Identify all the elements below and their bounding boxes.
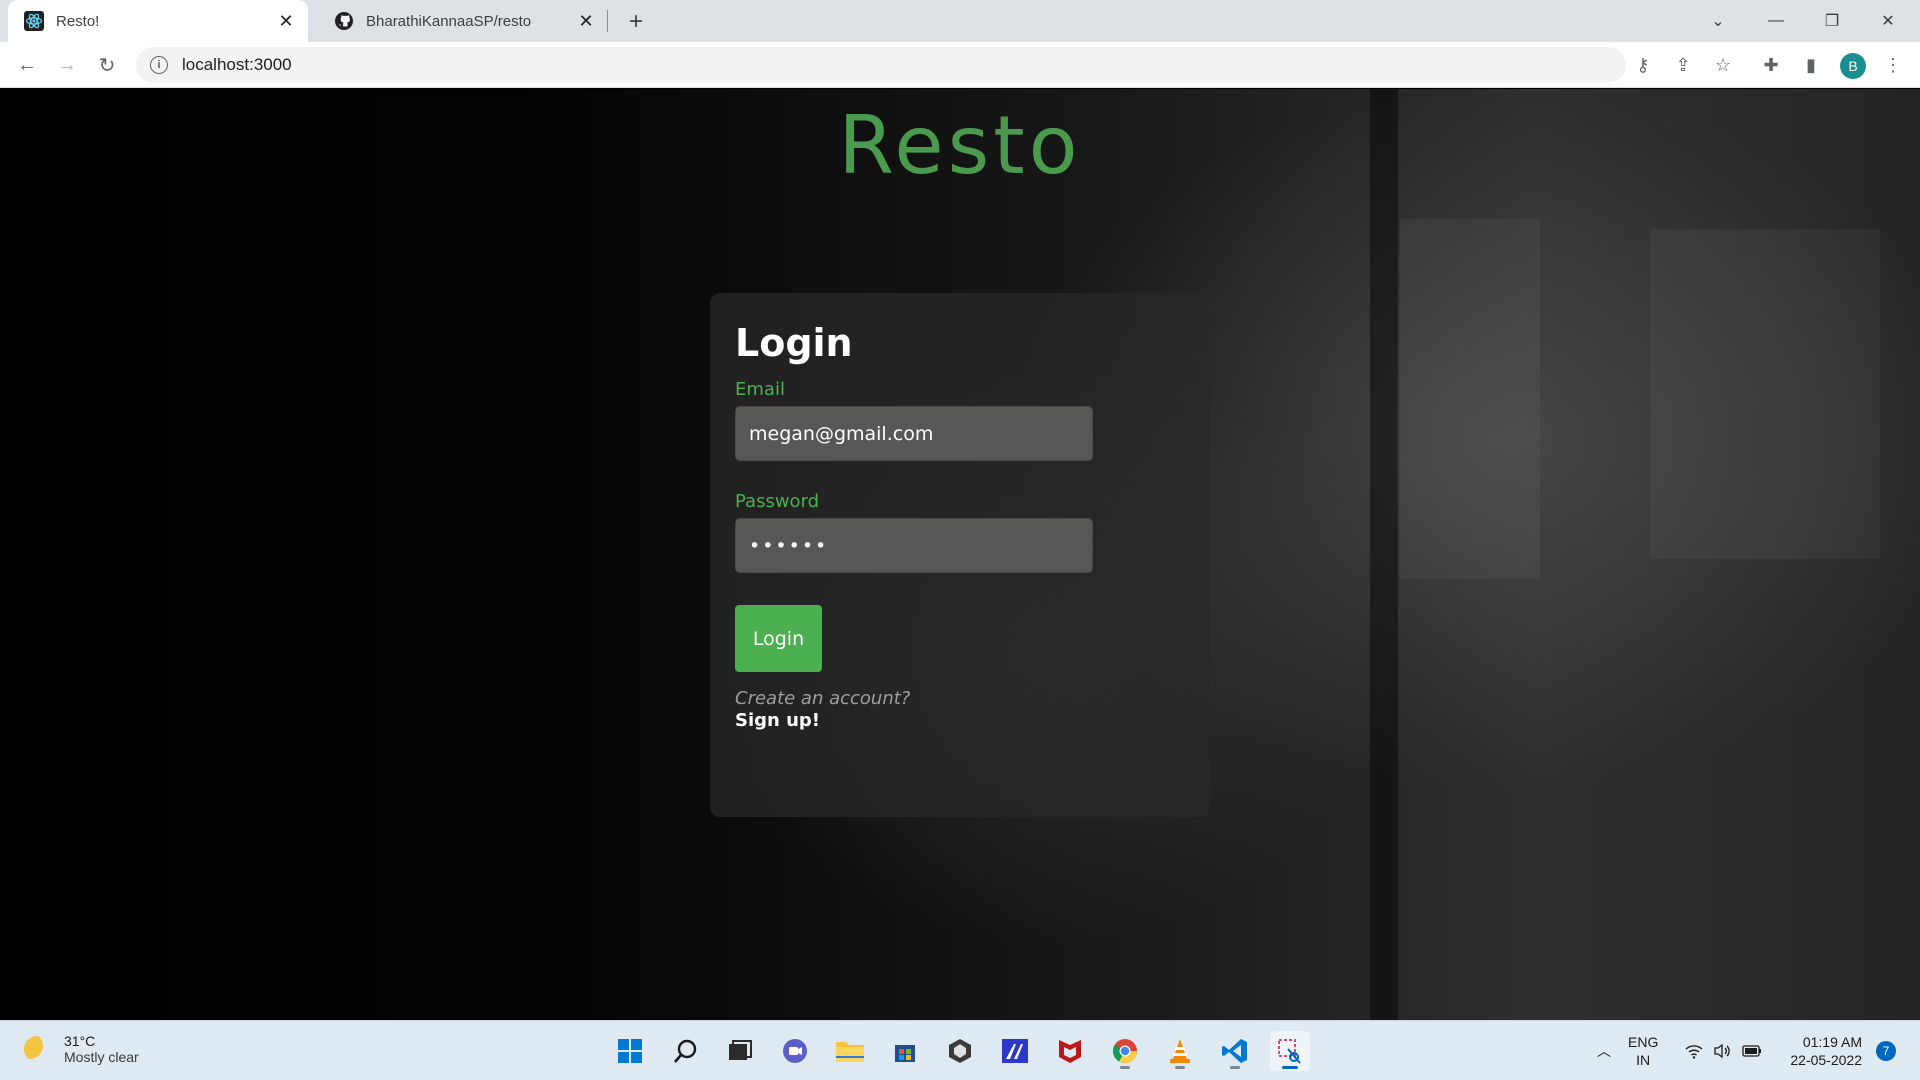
snipping-tool-icon[interactable] — [1270, 1031, 1310, 1071]
tab-title: BharathiKannaaSP/resto — [366, 12, 532, 30]
chat-icon[interactable] — [775, 1031, 815, 1071]
active-indicator — [1282, 1066, 1298, 1069]
running-indicator — [1175, 1066, 1185, 1069]
editor-icon[interactable] — [995, 1031, 1035, 1071]
react-icon — [24, 11, 44, 31]
address-url[interactable]: localhost:3000 — [182, 55, 292, 75]
weather-condition: Mostly clear — [64, 1049, 139, 1065]
volume-icon[interactable] — [1710, 1021, 1734, 1080]
restore-icon[interactable]: ❐ — [1804, 0, 1860, 42]
login-title: Login — [735, 321, 853, 365]
password-label: Password — [735, 491, 820, 512]
site-info-icon[interactable]: i — [150, 56, 168, 74]
password-field[interactable]: •••••• — [735, 518, 1093, 573]
back-icon[interactable]: ← — [12, 50, 42, 80]
start-icon[interactable] — [610, 1031, 650, 1071]
browser-tab-strip: Resto! ✕ BharathiKannaaSP/resto ✕ + ⌄ — … — [0, 0, 1920, 42]
resto-logo: Resto — [838, 99, 1082, 192]
close-tab-icon[interactable]: ✕ — [274, 9, 298, 33]
store-icon[interactable] — [885, 1031, 925, 1071]
mcafee-icon[interactable] — [1050, 1031, 1090, 1071]
chrome-icon[interactable] — [1105, 1031, 1145, 1071]
resto-page: Resto Login Email megan@gmail.com Passwo… — [0, 89, 1920, 1020]
forward-icon[interactable]: → — [52, 50, 82, 80]
background-pillar — [1370, 89, 1398, 1020]
running-indicator — [1230, 1066, 1240, 1069]
show-hidden-icons-chevron[interactable]: ︿ — [1592, 1021, 1616, 1080]
tab-divider — [607, 10, 608, 32]
clock-date: 22-05-2022 — [1790, 1052, 1862, 1068]
signup-link[interactable]: Sign up! — [735, 710, 820, 731]
bookmark-star-icon[interactable]: ☆ — [1710, 52, 1736, 78]
background-window — [1650, 229, 1880, 559]
new-tab-button[interactable]: + — [622, 8, 650, 36]
close-window-icon[interactable]: ✕ — [1860, 0, 1916, 42]
github-icon — [334, 11, 354, 31]
vscode-icon[interactable] — [1215, 1031, 1255, 1071]
email-label: Email — [735, 379, 785, 400]
share-icon[interactable]: ⇪ — [1670, 52, 1696, 78]
address-bar[interactable]: i localhost:3000 — [136, 47, 1626, 83]
search-icon[interactable] — [666, 1031, 706, 1071]
file-explorer-icon[interactable] — [830, 1031, 870, 1071]
background-window — [1400, 219, 1540, 579]
weather-widget[interactable]: 31°C Mostly clear — [24, 1033, 139, 1065]
login-card: Login Email megan@gmail.com Password •••… — [710, 293, 1210, 817]
tab-resto[interactable]: Resto! ✕ — [8, 0, 308, 42]
side-panel-icon[interactable]: ▮ — [1798, 52, 1824, 78]
windows-taskbar: 31°C Mostly clear ︿ ENG IN 01:19 AM 22-0… — [0, 1020, 1920, 1080]
language-code: ENG — [1628, 1034, 1659, 1050]
menu-kebab-icon[interactable]: ⋮ — [1880, 52, 1906, 78]
key-icon[interactable]: ⚷ — [1630, 52, 1656, 78]
browser-toolbar: ← → ↻ i localhost:3000 ⚷ ⇪ ☆ ✚ ▮ B ⋮ — [0, 42, 1920, 88]
extensions-icon[interactable]: ✚ — [1758, 52, 1784, 78]
clock-time: 01:19 AM — [1802, 1034, 1862, 1050]
unity-icon[interactable] — [940, 1031, 980, 1071]
notification-badge[interactable]: 7 — [1876, 1041, 1896, 1061]
language-region: IN — [1636, 1052, 1651, 1068]
login-button[interactable]: Login — [735, 605, 822, 672]
close-tab-icon[interactable]: ✕ — [574, 9, 598, 33]
language-indicator[interactable]: ENG IN — [1628, 1033, 1658, 1069]
tab-title: Resto! — [56, 12, 100, 30]
battery-icon[interactable] — [1740, 1021, 1764, 1080]
profile-avatar[interactable]: B — [1840, 53, 1866, 79]
wifi-icon[interactable] — [1682, 1021, 1706, 1080]
weather-temp: 31°C — [64, 1033, 96, 1049]
task-view-icon[interactable] — [720, 1031, 760, 1071]
running-indicator — [1120, 1066, 1130, 1069]
tab-github-resto[interactable]: BharathiKannaaSP/resto ✕ — [318, 0, 608, 42]
email-field[interactable]: megan@gmail.com — [735, 406, 1093, 461]
system-clock[interactable]: 01:19 AM 22-05-2022 — [1770, 1033, 1862, 1069]
create-account-text: Create an account? — [735, 688, 911, 709]
moon-icon — [24, 1036, 50, 1062]
tab-search-icon[interactable]: ⌄ — [1690, 0, 1746, 42]
reload-icon[interactable]: ↻ — [92, 50, 122, 80]
vlc-icon[interactable] — [1160, 1031, 1200, 1071]
minimize-icon[interactable]: — — [1748, 0, 1804, 42]
